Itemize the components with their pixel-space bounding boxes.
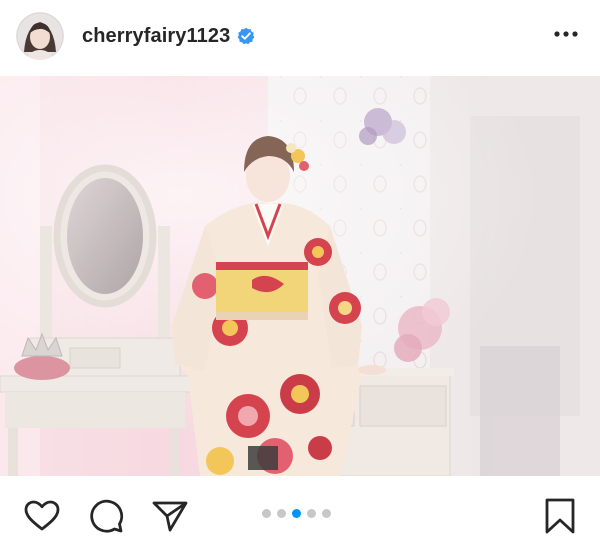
bookmark-icon[interactable]: [540, 496, 580, 536]
verified-badge-icon: [237, 27, 255, 45]
carousel-dot: [322, 509, 331, 518]
carousel-dot: [307, 509, 316, 518]
carousel-dot: [262, 509, 271, 518]
username-row: cherryfairy1123: [82, 25, 255, 48]
username[interactable]: cherryfairy1123: [82, 25, 230, 48]
post-photo[interactable]: [0, 76, 600, 476]
carousel-indicator: [262, 509, 331, 518]
profile-avatar[interactable]: [16, 12, 64, 60]
carousel-dot: [277, 509, 286, 518]
kimono-photo-image: [0, 76, 600, 476]
avatar-image: [16, 12, 64, 60]
comment-icon[interactable]: [86, 496, 126, 536]
send-icon[interactable]: [150, 496, 190, 536]
post-header: cherryfairy1123: [0, 0, 600, 72]
carousel-dot-active: [292, 509, 301, 518]
more-options-icon[interactable]: [552, 26, 580, 46]
heart-icon[interactable]: [22, 496, 62, 536]
